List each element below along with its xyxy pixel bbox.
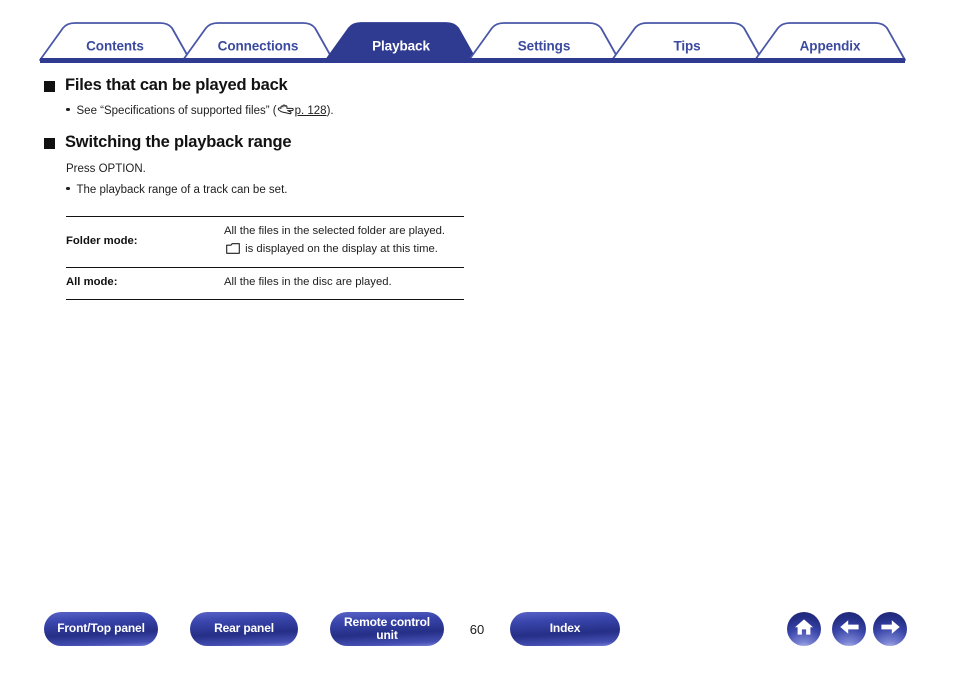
bullet-supported-files: See “Specifications of supported files” … <box>66 104 954 118</box>
mode-name-all: All mode: <box>66 276 118 288</box>
front-top-panel-button[interactable]: Front/Top panel <box>44 612 158 646</box>
table-row: All mode: All the files in the disc are … <box>66 267 464 299</box>
arrow-right-icon <box>880 619 901 640</box>
tab-appendix[interactable]: Appendix <box>800 39 861 54</box>
press-option-text: Press OPTION. <box>66 163 146 175</box>
page-link-128[interactable]: p. 128 <box>295 105 327 117</box>
tab-bar: Contents Connections Playback Settings T… <box>0 14 954 64</box>
next-page-button[interactable] <box>873 612 907 646</box>
mode-name-folder: Folder mode: <box>66 234 138 247</box>
tab-contents[interactable]: Contents <box>86 39 144 54</box>
footer-nav: Front/Top panel Rear panel Remote contro… <box>0 612 954 667</box>
tab-connections[interactable]: Connections <box>218 39 299 54</box>
bullet-playback-range: The playback range of a track can be set… <box>66 184 954 196</box>
section-heading-text: Files that can be played back <box>65 76 288 94</box>
playback-range-table: Folder mode: All the files in the select… <box>66 216 464 300</box>
bullet-text-prefix: See “Specifications of supported files” … <box>76 105 277 117</box>
mode-desc-folder: All the files in the selected folder are… <box>224 217 464 268</box>
arrow-left-icon <box>839 619 860 640</box>
tab-settings[interactable]: Settings <box>518 39 571 54</box>
tab-bar-underline <box>40 58 905 63</box>
page-number: 60 <box>469 622 485 637</box>
pointing-hand-icon <box>277 104 294 118</box>
square-bullet-icon <box>44 81 55 92</box>
round-bullet-icon <box>66 107 70 111</box>
bullet-text: The playback range of a track can be set… <box>76 184 288 196</box>
remote-control-unit-button[interactable]: Remote control unit <box>330 612 444 646</box>
mode-desc-all: All the files in the disc are played. <box>224 276 392 288</box>
home-button[interactable] <box>787 612 821 646</box>
tab-playback[interactable]: Playback <box>372 39 430 54</box>
bullet-text-suffix: ). <box>326 105 334 117</box>
rear-panel-button[interactable]: Rear panel <box>190 612 298 646</box>
section-heading-files: Files that can be played back <box>44 76 954 95</box>
home-icon <box>794 618 814 641</box>
section-heading-switching: Switching the playback range <box>44 133 954 152</box>
folder-icon <box>226 242 240 261</box>
index-button[interactable]: Index <box>510 612 620 646</box>
mode-desc-after: is displayed on the display at this time… <box>242 242 438 255</box>
table-row: Folder mode: All the files in the select… <box>66 216 464 268</box>
previous-page-button[interactable] <box>832 612 866 646</box>
bullet-text: See “Specifications of supported files” … <box>77 104 334 118</box>
mode-desc-before: All the files in the selected folder are… <box>224 225 446 237</box>
round-bullet-icon <box>66 186 70 190</box>
section-heading-text: Switching the playback range <box>65 133 292 151</box>
tab-tips[interactable]: Tips <box>673 39 700 54</box>
square-bullet-icon <box>44 138 55 149</box>
page-content: Files that can be played back See “Speci… <box>0 70 954 300</box>
